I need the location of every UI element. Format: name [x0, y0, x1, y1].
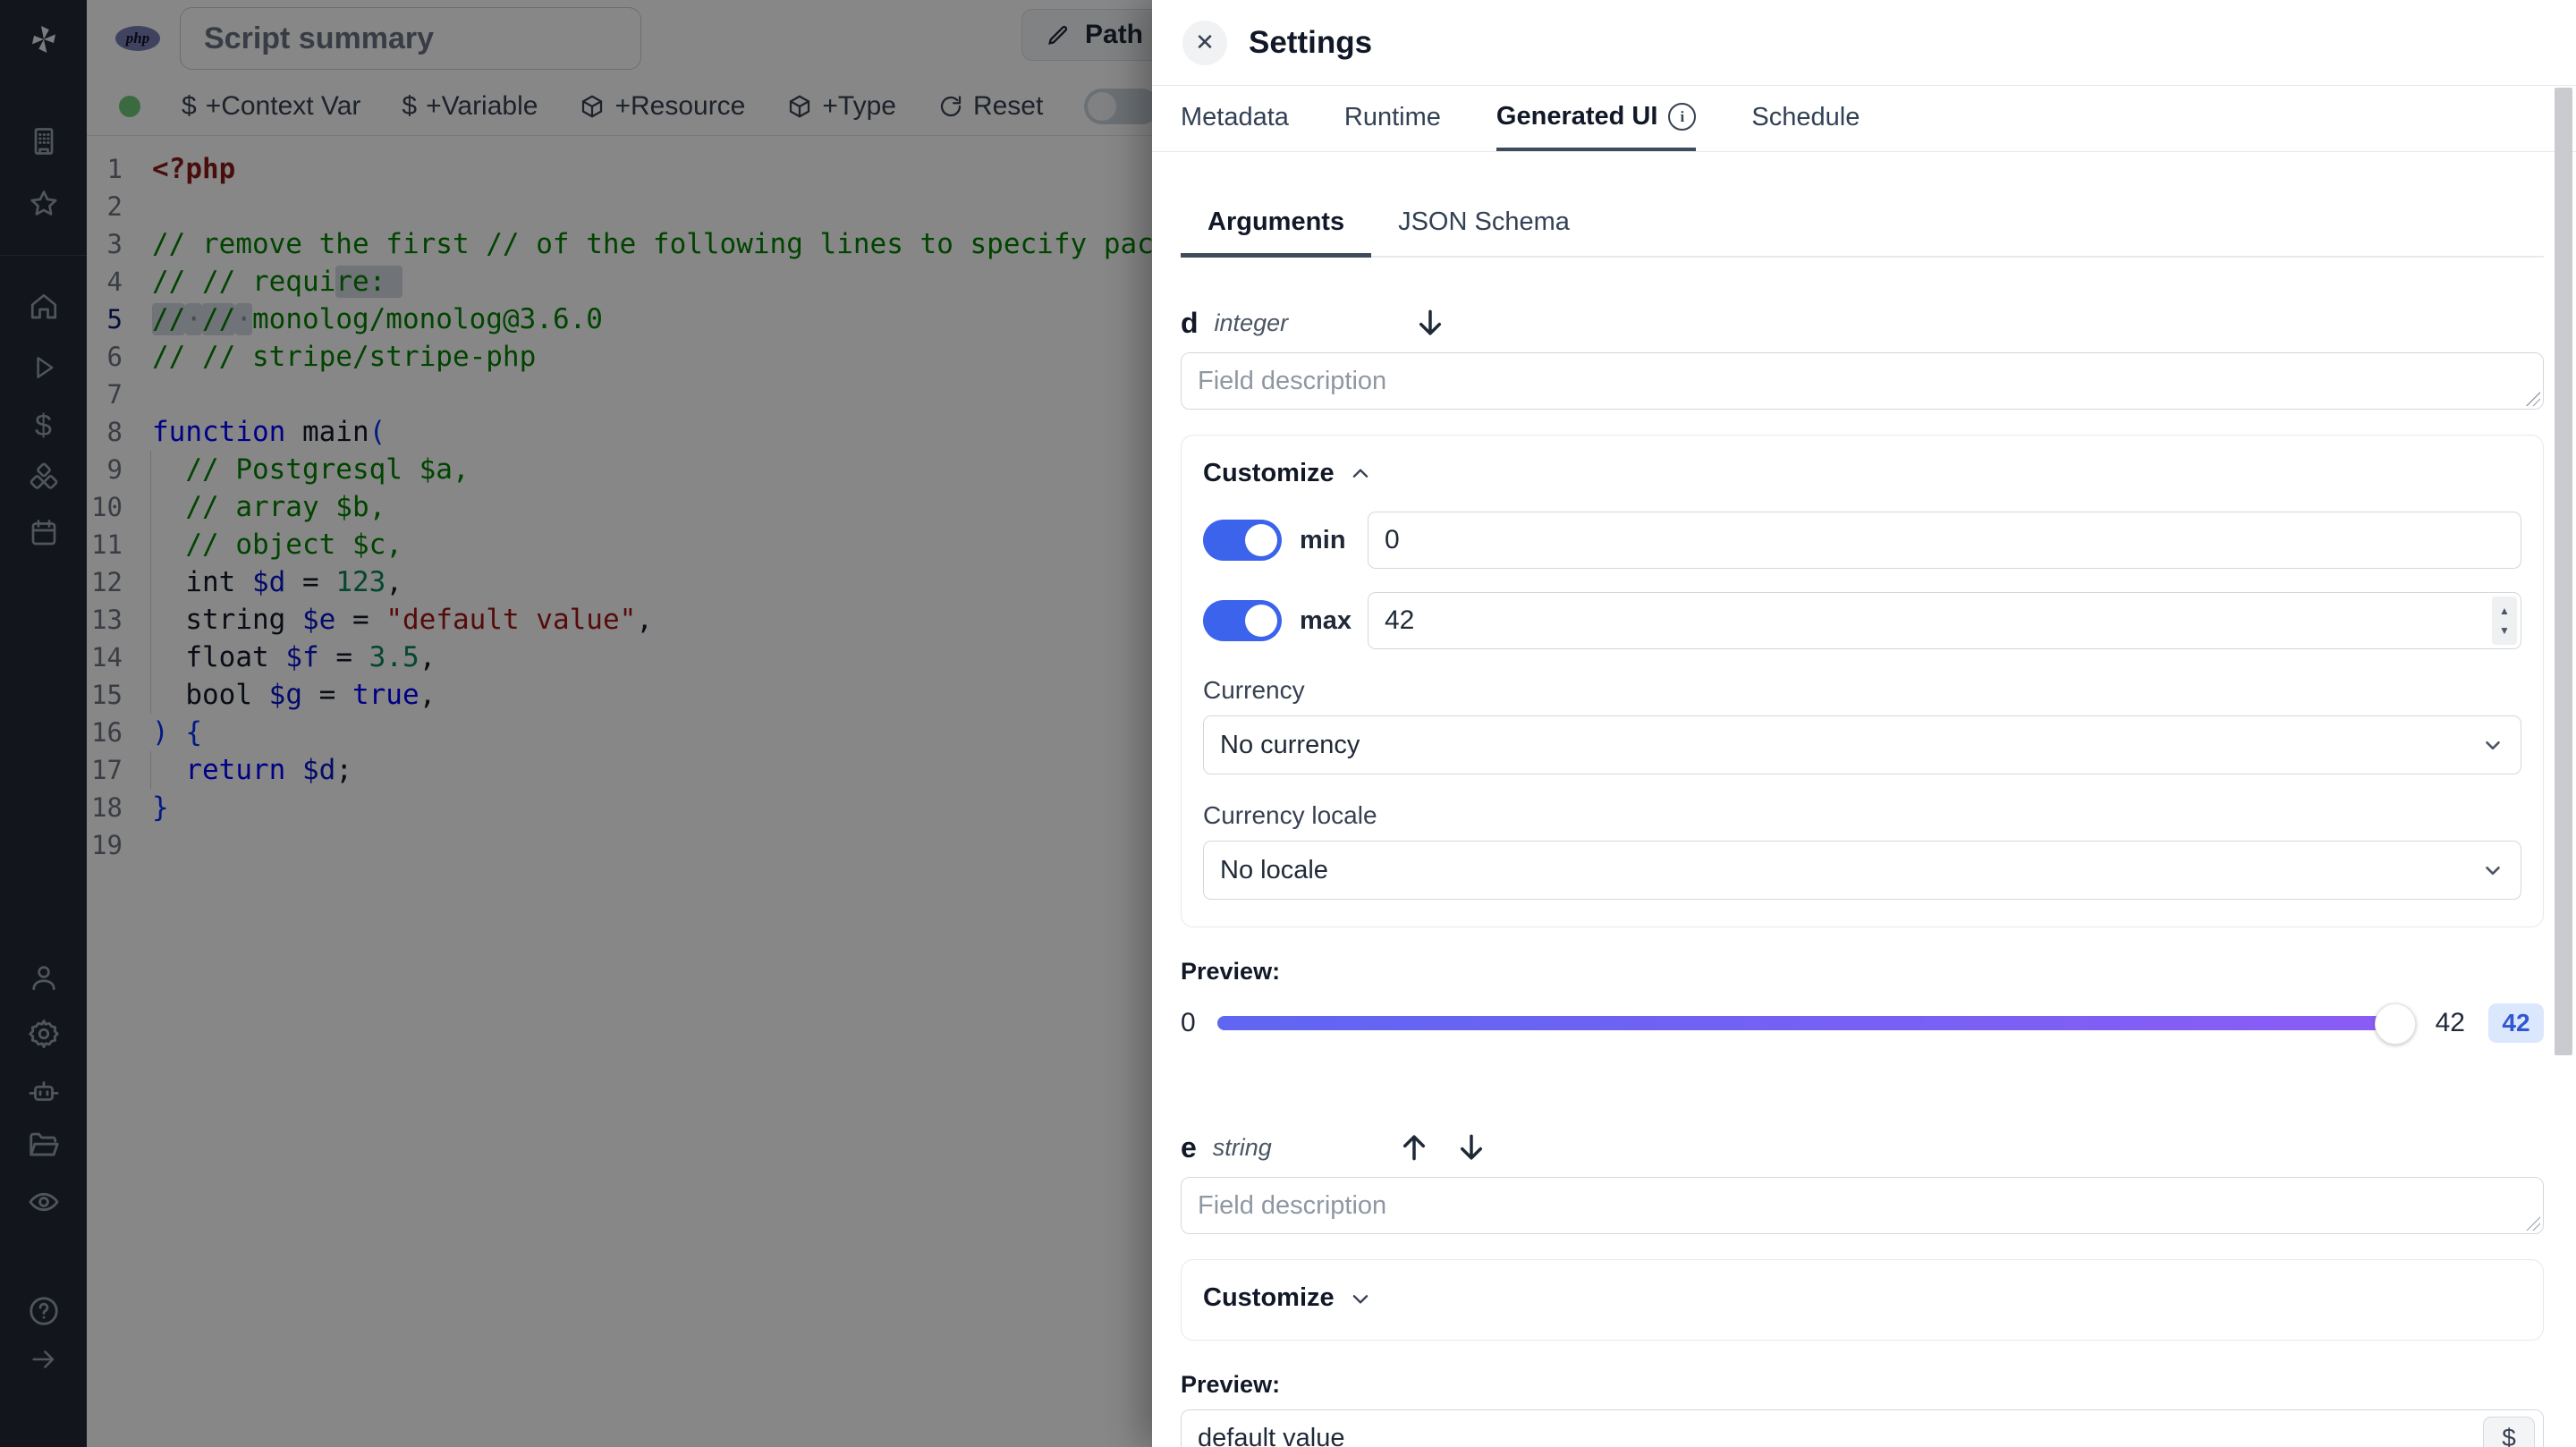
- tab-schedule-label: Schedule: [1751, 102, 1860, 131]
- field-e-customize-card: Customize: [1181, 1259, 2544, 1341]
- subtab-arguments[interactable]: Arguments: [1181, 207, 1372, 258]
- dollar-icon: $: [2502, 1424, 2516, 1447]
- chevron-down-icon: [1352, 1294, 1368, 1304]
- field-e-preview-input[interactable]: default value: [1181, 1409, 2544, 1447]
- arrow-up-icon: [1402, 1135, 1425, 1161]
- field-d-type: integer: [1214, 309, 1289, 336]
- currency-selected-value: No currency: [1220, 730, 1360, 759]
- field-d-preview-label: Preview:: [1181, 958, 1281, 985]
- field-e-description-input[interactable]: [1181, 1177, 2544, 1234]
- settings-tabs: Metadata Runtime Generated UI i Schedule: [1152, 86, 2576, 152]
- max-row: max ▲ ▼: [1203, 592, 2521, 649]
- slider-value-label: 42: [2435, 1008, 2465, 1037]
- locale-selected-value: No locale: [1220, 855, 1328, 884]
- toggle-knob: [1245, 524, 1277, 556]
- spinner-up-icon[interactable]: ▲: [2499, 605, 2510, 616]
- field-d-name: d: [1181, 306, 1199, 339]
- spinner-down-icon[interactable]: ▼: [2499, 625, 2510, 636]
- move-up-button[interactable]: [1397, 1130, 1431, 1164]
- customize-label: Customize: [1203, 1283, 1335, 1312]
- slider-track[interactable]: [1216, 1003, 2416, 1045]
- currency-label: Currency: [1203, 676, 1305, 704]
- arguments-subtabs: Arguments JSON Schema: [1181, 207, 2544, 258]
- field-d-preview-slider: 0 42 42: [1181, 1002, 2544, 1045]
- settings-title: Settings: [1249, 24, 1373, 60]
- field-e-header: e string: [1181, 1130, 2544, 1164]
- panel-scrollbar[interactable]: [2555, 88, 2572, 1055]
- insert-variable-button[interactable]: $: [2483, 1417, 2535, 1447]
- min-toggle[interactable]: [1203, 520, 1282, 561]
- field-e-name: e: [1181, 1130, 1197, 1164]
- arrow-down-icon: [1460, 1134, 1482, 1160]
- generated-ui-content: Arguments JSON Schema d integer Customiz…: [1152, 207, 2576, 1447]
- max-label: max: [1300, 605, 1352, 635]
- field-d-customize-card: Customize min max ▲ ▼: [1181, 435, 2544, 927]
- currency-select[interactable]: No currency: [1203, 715, 2521, 774]
- customize-label: Customize: [1203, 459, 1335, 487]
- max-value-input[interactable]: [1368, 592, 2521, 649]
- min-row: min: [1203, 512, 2521, 569]
- close-icon: ✕: [1195, 29, 1215, 55]
- slider-value-badge: 42: [2488, 1003, 2544, 1043]
- settings-panel: ✕ Settings Metadata Runtime Generated UI…: [1152, 0, 2576, 1447]
- toggle-knob: [1245, 605, 1277, 637]
- tab-runtime-label: Runtime: [1343, 102, 1441, 131]
- move-down-button[interactable]: [1454, 1130, 1488, 1164]
- windmill-app: $ php Script summary Path $ +Context Var…: [0, 0, 2576, 1447]
- max-toggle[interactable]: [1203, 600, 1282, 641]
- arrow-down-icon: [1419, 309, 1442, 335]
- field-e-type: string: [1212, 1133, 1272, 1161]
- tab-generated-ui-label: Generated UI: [1496, 102, 1658, 131]
- chevron-down-icon: [2486, 866, 2500, 876]
- field-d-customize-toggle[interactable]: Customize: [1203, 459, 2521, 488]
- min-value-input[interactable]: [1368, 512, 2521, 569]
- tab-metadata[interactable]: Metadata: [1181, 86, 1289, 151]
- field-e-customize-toggle[interactable]: Customize: [1203, 1283, 2521, 1313]
- move-down-button[interactable]: [1413, 306, 1447, 340]
- tab-runtime[interactable]: Runtime: [1344, 86, 1441, 151]
- modal-overlay[interactable]: [0, 0, 1152, 1447]
- number-spinner[interactable]: ▲ ▼: [2492, 597, 2517, 645]
- currency-locale-select[interactable]: No locale: [1203, 841, 2521, 900]
- slider-thumb[interactable]: [2374, 1003, 2416, 1045]
- settings-header: ✕ Settings: [1152, 0, 2576, 86]
- chevron-up-icon: [1352, 468, 1368, 478]
- min-label: min: [1300, 525, 1346, 554]
- tab-schedule[interactable]: Schedule: [1751, 86, 1860, 151]
- info-icon: i: [1668, 103, 1697, 131]
- slider-min-label: 0: [1181, 1008, 1196, 1037]
- tab-metadata-label: Metadata: [1181, 102, 1289, 131]
- currency-locale-label: Currency locale: [1203, 801, 1377, 829]
- tab-generated-ui[interactable]: Generated UI i: [1496, 86, 1697, 151]
- chevron-down-icon: [2486, 740, 2500, 750]
- subtab-json-schema[interactable]: JSON Schema: [1371, 207, 1597, 258]
- field-e-preview-label: Preview:: [1181, 1371, 1281, 1398]
- field-d-description-input[interactable]: [1181, 352, 2544, 410]
- close-button[interactable]: ✕: [1182, 20, 1227, 65]
- field-d-header: d integer: [1181, 306, 2544, 340]
